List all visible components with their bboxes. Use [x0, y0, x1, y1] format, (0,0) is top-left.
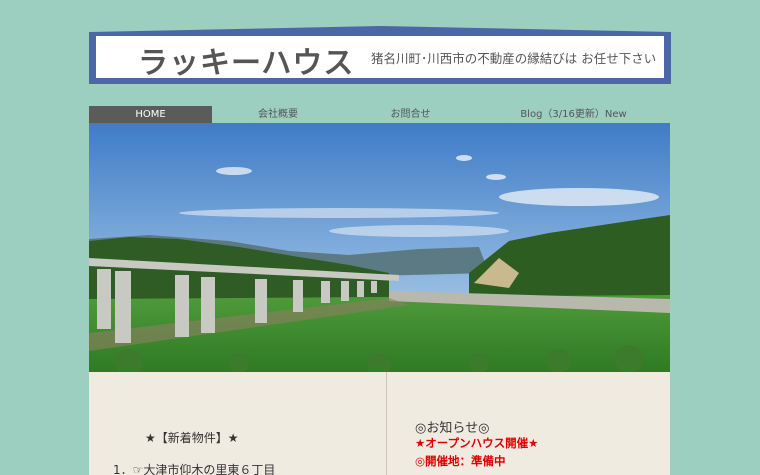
nav-item-blog[interactable]: Blog（3/16更新）New — [477, 106, 670, 123]
main-nav: HOME 会社概要 お問合せ Blog（3/16更新）New — [89, 106, 670, 123]
nav-item-contact[interactable]: お問合せ — [344, 106, 477, 123]
new-listings-heading: ★【新着物件】★ — [145, 431, 239, 445]
notices-column: ◎お知らせ◎ ★オープンハウス開催★ ◎開催地：準備中 — [387, 372, 670, 475]
venue-notice: ◎開催地：準備中 — [415, 454, 506, 468]
list-item[interactable]: 1．☞大津市仰木の里東６丁目 — [113, 461, 275, 475]
header-panel: ラッキーハウス 猪名川町･川西市の不動産の縁結びは お任せ下さい — [96, 36, 664, 81]
site-header: ラッキーハウス 猪名川町･川西市の不動産の縁結びは お任せ下さい — [89, 26, 671, 84]
open-house-notice: ★オープンハウス開催★ — [415, 436, 539, 450]
site-tagline: 猪名川町･川西市の不動産の縁結びは お任せ下さい — [371, 51, 657, 66]
content-area: ★【新着物件】★ 1．☞大津市仰木の里東６丁目 ◎お知らせ◎ ★オープンハウス開… — [89, 372, 670, 475]
hero-landscape-illustration — [89, 123, 670, 372]
nav-item-company[interactable]: 会社概要 — [212, 106, 344, 123]
notices-title: ◎お知らせ◎ — [415, 421, 490, 436]
site-title[interactable]: ラッキーハウス — [138, 38, 354, 82]
hero-image — [89, 123, 670, 372]
new-listings-column: ★【新着物件】★ 1．☞大津市仰木の里東６丁目 — [89, 372, 387, 475]
nav-item-home[interactable]: HOME — [89, 106, 212, 123]
